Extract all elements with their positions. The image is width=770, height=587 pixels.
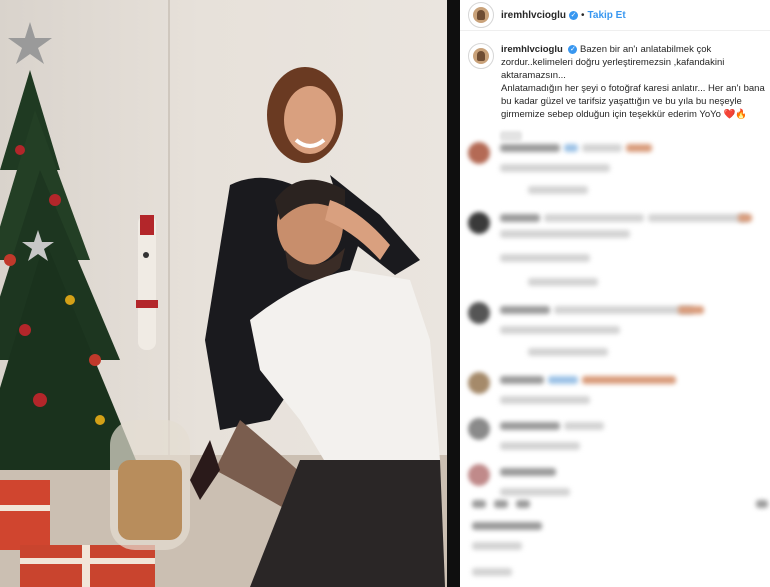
caption-emojis: ❤️🔥 — [723, 109, 748, 120]
comment-avatar — [468, 372, 490, 394]
caption-username[interactable]: iremhlvcioglu — [501, 44, 563, 55]
post-photo — [0, 0, 447, 587]
comment-avatar — [468, 418, 490, 440]
comment-avatar — [468, 302, 490, 324]
comment-avatar — [468, 142, 490, 164]
frame-divider — [447, 0, 460, 587]
comment-avatar — [468, 212, 490, 234]
caption-timestamp-blurred — [500, 131, 522, 141]
snowman-decoration — [136, 215, 158, 350]
christmas-tree — [0, 22, 140, 470]
verified-badge-icon: ✓ — [569, 10, 579, 20]
star-topper-icon — [8, 22, 52, 64]
post-caption: iremhlvcioglu ✓ Bazen bir an'ı anlatabil… — [460, 31, 770, 121]
caption-text: iremhlvcioglu ✓ Bazen bir an'ı anlatabil… — [501, 43, 770, 121]
follow-button[interactable]: Takip Et — [588, 10, 626, 21]
caption-avatar[interactable] — [468, 43, 494, 69]
photo-illustration — [0, 22, 445, 587]
cork-jar — [110, 420, 190, 550]
couple — [190, 67, 445, 587]
profile-avatar[interactable] — [468, 2, 494, 28]
separator-dot: • — [581, 9, 585, 21]
instagram-post-panel: iremhlvcioglu ✓ • Takip Et iremhlvcioglu… — [460, 0, 770, 587]
caption-verified-badge-icon: ✓ — [568, 44, 578, 54]
comment-avatar — [468, 464, 490, 486]
post-header: iremhlvcioglu ✓ • Takip Et — [460, 0, 770, 31]
header-username[interactable]: iremhlvcioglu — [501, 10, 566, 21]
